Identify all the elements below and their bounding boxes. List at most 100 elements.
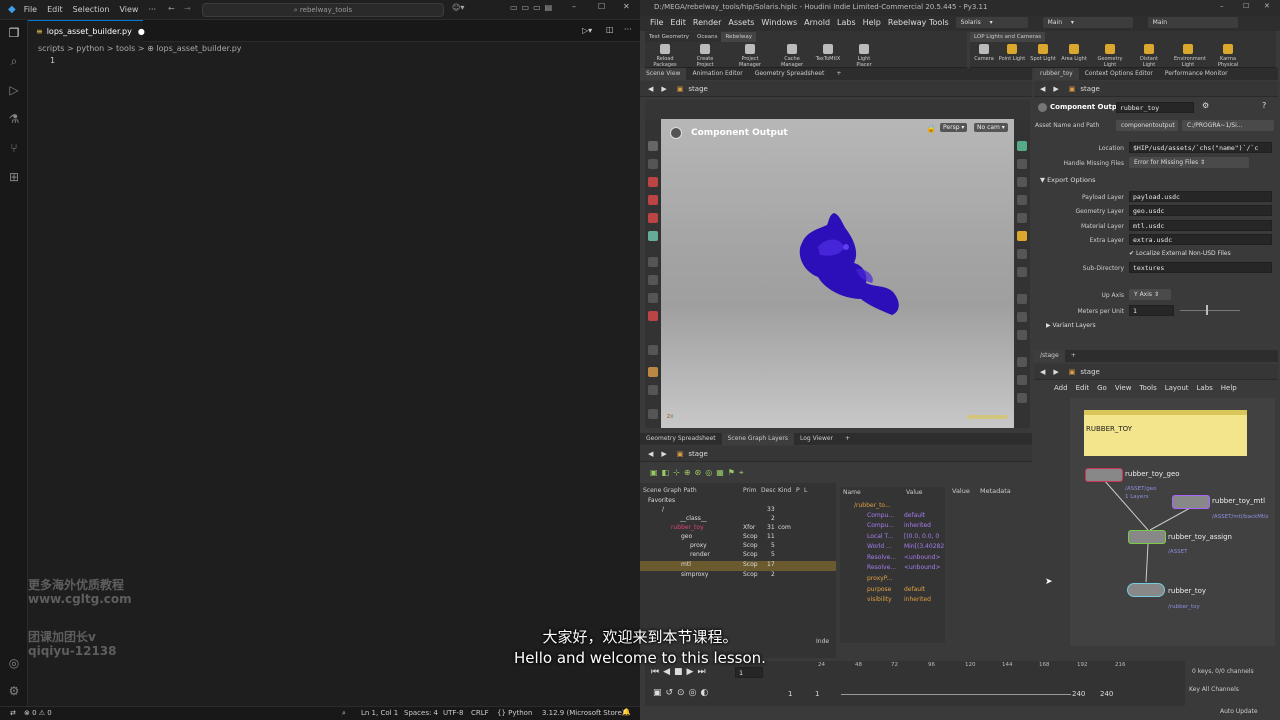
render-icon[interactable] <box>1017 375 1027 385</box>
viewport-lock-icon[interactable]: 🔒 <box>926 124 936 133</box>
snapshot-icon[interactable] <box>1017 267 1027 277</box>
back-arrow-icon[interactable]: ← <box>168 4 175 13</box>
variant-layers-header[interactable]: ▶ Variant Layers <box>1046 322 1096 329</box>
run-file-icon[interactable]: ▷▾ <box>582 26 592 35</box>
shelf-tab-test-geometry[interactable]: Test Geometry <box>645 32 694 42</box>
gear-icon[interactable]: ⚙ <box>1202 101 1209 110</box>
transform-icon[interactable] <box>648 257 658 267</box>
notifications-icon[interactable]: 🔔 <box>622 708 631 716</box>
scene-path[interactable]: stage <box>688 85 707 93</box>
network-editor[interactable]: RUBBER_TOY rubber_toy_geo /ASSET/geo 1 L… <box>1070 398 1275 646</box>
handle-missing-menu[interactable]: Error for Missing Files ⇕ <box>1129 157 1249 168</box>
tab-scene-view[interactable]: Scene View <box>640 68 687 80</box>
safe-area-icon[interactable] <box>1017 312 1027 322</box>
net-menu-add[interactable]: Add <box>1054 384 1068 392</box>
back-arrow-icon[interactable]: ◀ <box>648 450 653 458</box>
attr-row[interactable]: purpose default <box>840 586 945 596</box>
range-bar[interactable] <box>841 694 1071 695</box>
net-menu-layout[interactable]: Layout <box>1165 384 1189 392</box>
shelf-tool-camera[interactable]: Camera <box>970 44 998 62</box>
close-icon[interactable]: ✕ <box>1264 2 1270 10</box>
attr-row[interactable]: proxyP... <box>840 575 945 585</box>
lock-icon[interactable] <box>648 159 658 169</box>
shelf-tab-oceans[interactable]: Oceans <box>693 32 722 42</box>
asset-path-value[interactable]: C:/PROGRA~1/Si... <box>1182 120 1274 131</box>
add-tab-icon[interactable]: + <box>839 433 856 445</box>
split-editor-icon[interactable]: ◫ <box>606 25 614 34</box>
settings-gear-icon[interactable]: ⚙ <box>7 684 21 698</box>
remote-icon[interactable]: ⇄ <box>10 709 16 717</box>
cursor-position[interactable]: Ln 1, Col 1 <box>361 709 398 717</box>
tab-log-viewer[interactable]: Log Viewer <box>794 433 839 445</box>
localize-checkbox[interactable]: ✔ Localize External Non-USD Files <box>1129 250 1231 257</box>
display-options-icon[interactable] <box>1017 141 1027 151</box>
attr-row[interactable]: Compu... inherited <box>840 522 945 532</box>
asset-name-value[interactable]: componentoutput <box>1116 120 1178 131</box>
close-icon[interactable]: ✕ <box>623 2 630 11</box>
net-menu-edit[interactable]: Edit <box>1076 384 1090 392</box>
meters-per-unit-field[interactable]: 1 <box>1129 305 1174 316</box>
forward-arrow-icon[interactable]: ▶ <box>1053 85 1058 93</box>
menu-file[interactable]: File <box>24 5 37 14</box>
extensions-icon[interactable]: ⊞ <box>7 170 21 184</box>
back-arrow-icon[interactable]: ◀ <box>648 85 653 93</box>
maximize-icon[interactable]: ☐ <box>598 2 605 11</box>
net-menu-help[interactable]: Help <box>1221 384 1237 392</box>
table-row[interactable]: simproxy Scop 2 <box>640 571 836 581</box>
extra-layer-field[interactable]: extra.usdc <box>1129 234 1272 245</box>
gauge-icon[interactable] <box>648 345 658 355</box>
view-icon[interactable] <box>1017 357 1027 367</box>
tab-lops-asset-builder[interactable]: ≡ lops_asset_builder.py ● <box>28 20 145 42</box>
end-frame-2[interactable]: 240 <box>1100 690 1113 698</box>
shading-icon[interactable] <box>1017 159 1027 169</box>
menu-rebelway-tools[interactable]: Rebelway Tools <box>888 18 949 31</box>
slider-handle[interactable] <box>1206 305 1208 315</box>
layout-icons[interactable]: ▭▭▭▤ <box>510 3 556 12</box>
table-row[interactable]: render Scop 5 <box>640 551 836 561</box>
param-path[interactable]: stage <box>1080 85 1099 93</box>
up-axis-menu[interactable]: Y Axis ⇕ <box>1129 289 1171 300</box>
shelf-tool-distant-light[interactable]: Distant Light <box>1135 44 1163 68</box>
explorer-icon[interactable]: ❐ <box>7 26 21 40</box>
minimize-icon[interactable]: – <box>572 2 576 11</box>
key-all-channels[interactable]: Key All Channels <box>1189 686 1239 693</box>
attr-row[interactable]: Resolve... <unbound> <box>840 554 945 564</box>
tab-scene-graph-layers[interactable]: Scene Graph Layers <box>721 433 794 445</box>
subdir-field[interactable]: textures <box>1129 262 1272 273</box>
net-menu-labs[interactable]: Labs <box>1197 384 1213 392</box>
playback-controls[interactable]: ⏮◀■▶⏭ <box>651 667 710 677</box>
light-tool-icon[interactable] <box>648 293 658 303</box>
unsaved-dot-icon[interactable]: ● <box>138 27 145 36</box>
shelf-tool-env-light[interactable]: Environment Light <box>1174 44 1206 68</box>
net-menu-go[interactable]: Go <box>1097 384 1107 392</box>
select-tool-icon[interactable] <box>648 141 658 151</box>
search-icon[interactable]: ⌕ <box>7 54 21 68</box>
node-rubber-toy-assign[interactable] <box>1128 530 1166 544</box>
help-icon[interactable]: ? <box>1262 101 1266 110</box>
bottom-path[interactable]: stage <box>688 450 707 458</box>
tab-geo-spreadsheet[interactable]: Geometry Spreadsheet <box>640 433 722 445</box>
node-rubber-toy-mtl[interactable] <box>1172 495 1210 509</box>
attr-prim-row[interactable]: /rubber_to... <box>840 502 945 512</box>
tab-animation-editor[interactable]: Animation Editor <box>686 68 748 80</box>
menu-windows[interactable]: Windows <box>761 18 797 31</box>
menu-help[interactable]: Help <box>863 18 881 31</box>
menu-assets[interactable]: Assets <box>728 18 754 31</box>
menu-edit[interactable]: Edit <box>670 18 686 31</box>
material-layer-field[interactable]: mtl.usdc <box>1129 220 1272 231</box>
rotate-icon[interactable] <box>648 213 658 223</box>
forward-arrow-icon[interactable]: ▶ <box>661 85 666 93</box>
minimize-icon[interactable]: – <box>1220 2 1224 10</box>
problems-count[interactable]: ⊗ 0 ⚠ 0 <box>24 709 52 717</box>
attr-row[interactable]: Compu... default <box>840 512 945 522</box>
tab-rubber-toy[interactable]: rubber_toy <box>1034 68 1079 80</box>
tab-stage[interactable]: /stage <box>1034 350 1065 362</box>
3d-viewport[interactable]: Component Output 🔒 Persp ▾ No cam ▾ zx <box>661 119 1014 428</box>
tab-geometry-spreadsheet[interactable]: Geometry Spreadsheet <box>749 68 831 80</box>
maximize-icon[interactable]: ☐ <box>1243 2 1249 10</box>
info-icon[interactable] <box>648 409 658 419</box>
node-rubber-toy-geo[interactable] <box>1085 468 1123 482</box>
attr-row[interactable]: Local T... [(0.0, 0.0, 0 <box>840 533 945 543</box>
attr-row[interactable]: Resolve... <unbound> <box>840 564 945 574</box>
shelf-tool-geometry-light[interactable]: Geometry Light <box>1096 44 1124 68</box>
